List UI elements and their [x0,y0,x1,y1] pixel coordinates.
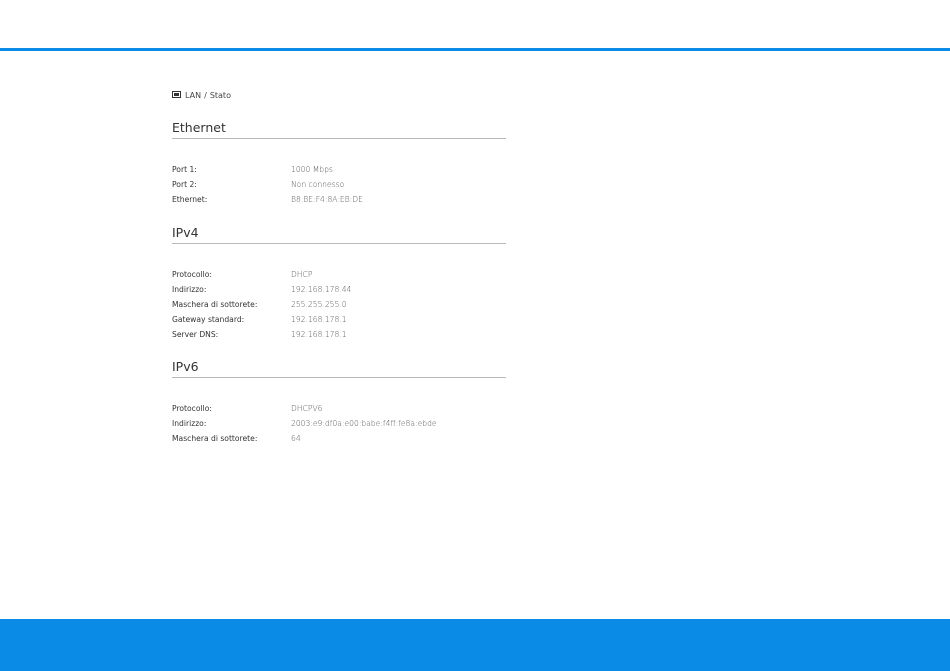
info-row-protocol: Protocollo: DHCP [172,267,506,282]
info-label: Indirizzo: [172,285,207,294]
info-value: 64 [291,434,301,443]
info-label: Indirizzo: [172,419,207,428]
info-label: Protocollo: [172,270,212,279]
info-row-dns: Server DNS: 192.168.178.1 [172,327,506,342]
info-value: 1000 Mbps [291,165,333,174]
info-value: 192.168.178.1 [291,315,347,324]
section-ipv4: IPv4 Protocollo: DHCP Indirizzo: 192.168… [172,225,506,342]
section-ipv6: IPv6 Protocollo: DHCPV6 Indirizzo: 2003:… [172,359,506,446]
breadcrumb: LAN / Stato [172,88,231,102]
info-table: Port 1: 1000 Mbps Port 2: Non connesso E… [172,162,506,207]
section-title: Ethernet [172,120,506,139]
info-label: Server DNS: [172,330,219,339]
info-table: Protocollo: DHCPV6 Indirizzo: 2003:e9:df… [172,401,506,446]
info-row-port1: Port 1: 1000 Mbps [172,162,506,177]
info-value: 2003:e9:df0a:e00:babe:f4ff:fe8a:ebde [291,419,437,428]
info-row-address: Indirizzo: 2003:e9:df0a:e00:babe:f4ff:fe… [172,416,506,431]
lan-icon [172,90,181,98]
info-row-address: Indirizzo: 192.168.178.44 [172,282,506,297]
info-value: Non connesso [291,180,345,189]
info-value: B8:BE:F4:8A:EB:DE [291,195,363,204]
info-row-subnet-mask: Maschera di sottorete: 64 [172,431,506,446]
info-label: Maschera di sottorete: [172,434,258,443]
section-ethernet: Ethernet Port 1: 1000 Mbps Port 2: Non c… [172,120,506,207]
info-label: Gateway standard: [172,315,245,324]
info-row-subnet-mask: Maschera di sottorete: 255.255.255.0 [172,297,506,312]
info-row-gateway: Gateway standard: 192.168.178.1 [172,312,506,327]
breadcrumb-parent[interactable]: LAN [185,91,201,100]
info-row-protocol: Protocollo: DHCPV6 [172,401,506,416]
info-label: Port 1: [172,165,197,174]
info-value: 192.168.178.44 [291,285,352,294]
breadcrumb-current: Stato [209,90,231,100]
info-label: Port 2: [172,180,197,189]
info-value: 192.168.178.1 [291,330,347,339]
info-label: Maschera di sottorete: [172,300,258,309]
header-bar [0,0,950,51]
info-table: Protocollo: DHCP Indirizzo: 192.168.178.… [172,267,506,342]
footer-bar [0,619,950,671]
info-label: Protocollo: [172,404,212,413]
section-title: IPv4 [172,225,506,244]
info-value: DHCP [291,270,313,279]
info-row-ethernet: Ethernet: B8:BE:F4:8A:EB:DE [172,192,506,207]
breadcrumb-separator: / [204,90,207,100]
info-value: DHCPV6 [291,404,323,413]
info-row-port2: Port 2: Non connesso [172,177,506,192]
info-value: 255.255.255.0 [291,300,347,309]
info-label: Ethernet: [172,195,208,204]
section-title: IPv6 [172,359,506,378]
